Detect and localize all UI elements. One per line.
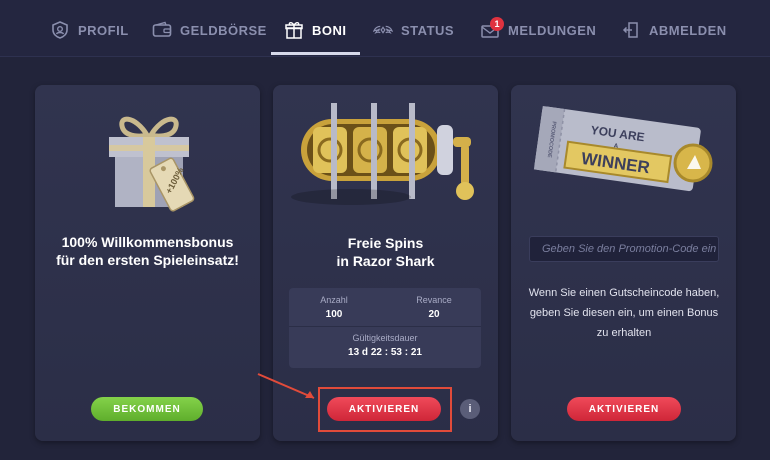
profile-shield-icon [50,20,70,40]
count-value: 100 [325,309,343,320]
tab-boni-label: BONI [312,22,347,38]
revance-value: 20 [428,309,440,320]
tab-geldboerse-label: GELDBÖRSE [180,22,267,38]
count-label: Anzahl [320,295,348,305]
tab-geldboerse[interactable]: GELDBÖRSE [152,18,267,42]
bekommen-button[interactable]: BEKOMMEN [91,397,203,421]
tab-profil-label: PROFIL [78,22,129,38]
tab-status-label: STATUS [401,22,455,38]
welcome-bonus-card: +100% 100% Willkommensbonus für den erst… [35,85,260,441]
welcome-bonus-title: 100% Willkommensbonus für den ersten Spi… [35,233,260,269]
promo-code-input[interactable] [529,236,719,262]
gift-box-illustration: +100% [97,101,201,213]
winner-ticket-illustration: YOU ARE A WINNER PROMOCODE [529,105,721,201]
annotation-highlight-box [318,387,452,432]
revance-label: Revance [416,295,452,305]
welcome-bonus-title-line1: 100% Willkommensbonus [61,234,234,250]
tab-abmelden[interactable]: ABMELDEN [621,18,727,42]
free-spins-title: Freie Spins in Razor Shark [273,234,498,270]
aktivieren-promo-button[interactable]: AKTIVIEREN [567,397,681,421]
tab-status[interactable]: STATUS [373,18,454,42]
validity-label: Gültigkeitsdauer [352,333,418,343]
free-spins-title-line2: in Razor Shark [336,253,435,269]
account-nav: PROFIL GELDBÖRSE BONI STATUS MELDUNGEN 1… [0,0,770,56]
wallet-icon [152,20,172,40]
promo-description: Wenn Sie einen Gutscheincode haben, gebe… [528,287,720,339]
stats-divider [289,326,481,327]
tab-abmelden-label: ABMELDEN [649,22,727,38]
tab-boni[interactable]: BONI [284,18,347,42]
status-wings-icon [373,20,393,40]
notification-count-badge: 1 [490,17,504,31]
tab-meldungen-label: MELDUNGEN [508,22,597,38]
slot-reel-illustration [291,97,483,217]
active-tab-indicator [271,52,360,55]
tab-profil[interactable]: PROFIL [50,18,129,42]
welcome-bonus-title-line2: für den ersten Spieleinsatz! [56,252,239,268]
free-spins-title-line1: Freie Spins [347,235,424,251]
nav-divider [0,56,770,57]
logout-icon [621,20,641,40]
info-icon[interactable]: i [460,399,480,419]
spins-stats-panel: Anzahl 100 Revance 20 Gültigkeitsdauer 1… [289,288,481,368]
validity-countdown: 13 d 22 : 53 : 21 [348,347,422,358]
promo-code-card: YOU ARE A WINNER PROMOCODE Wenn Sie eine… [511,85,736,441]
gift-icon [284,20,304,40]
